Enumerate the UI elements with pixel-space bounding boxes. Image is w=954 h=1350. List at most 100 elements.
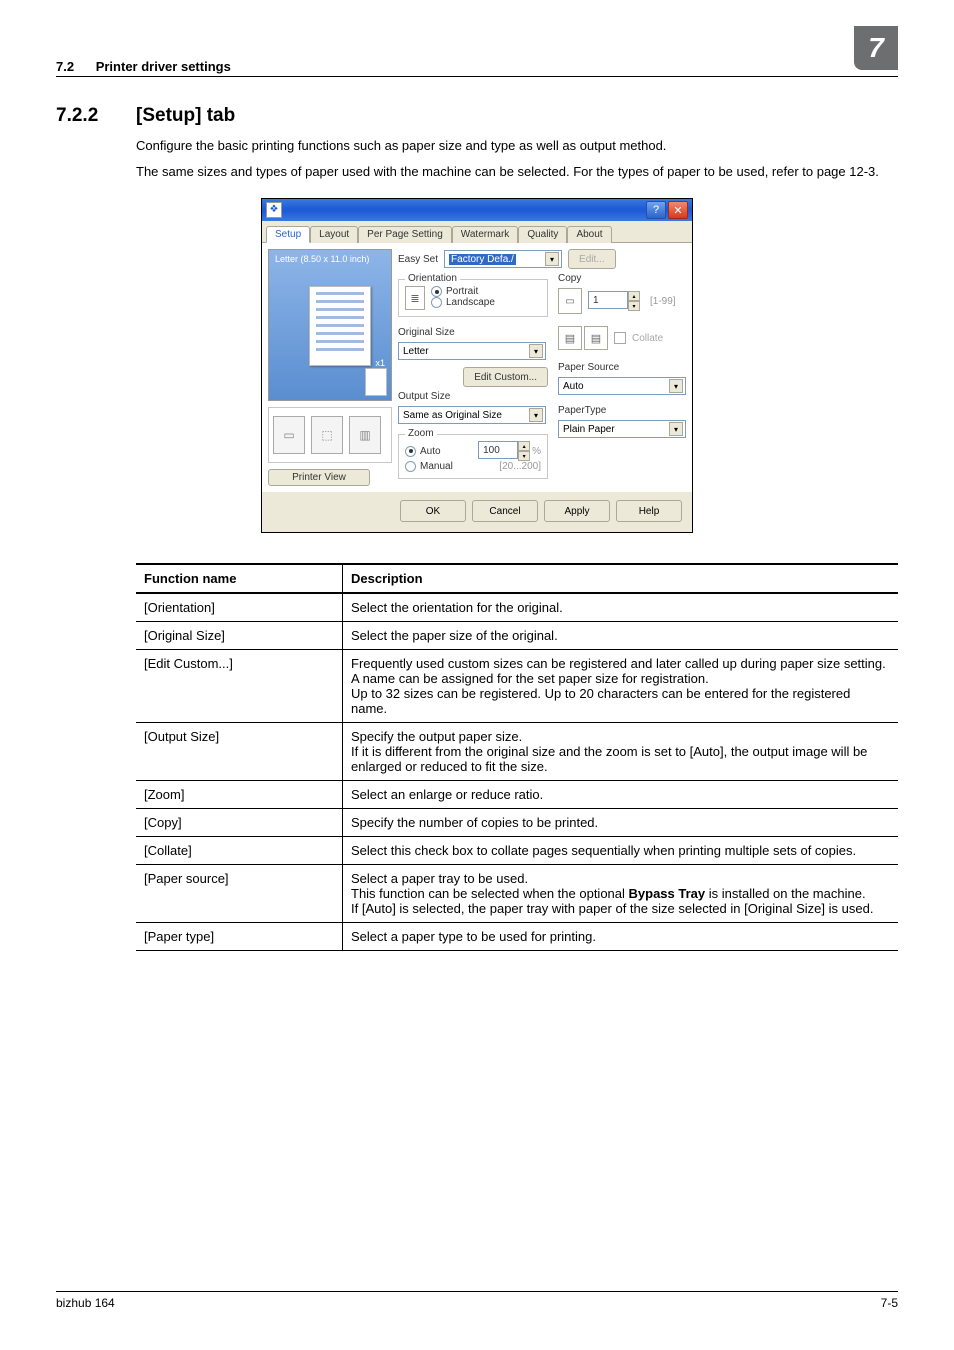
radio-landscape[interactable] (431, 297, 442, 308)
copy-label: Copy (558, 273, 686, 284)
table-cell-description: Select an enlarge or reduce ratio. (343, 781, 899, 809)
table-cell-function: [Paper source] (136, 865, 343, 923)
table-row: [Original Size]Select the paper size of … (136, 622, 898, 650)
intro-paragraph-1: Configure the basic printing functions s… (136, 137, 898, 155)
feature-icon-1[interactable]: ▭ (273, 416, 305, 454)
collate-checkbox[interactable] (614, 332, 626, 344)
radio-portrait[interactable] (431, 286, 442, 297)
table-cell-function: [Zoom] (136, 781, 343, 809)
table-row: [Paper source]Select a paper tray to be … (136, 865, 898, 923)
zoom-group-label: Zoom (405, 428, 437, 439)
dialog-titlebar: ❖ ? ✕ (262, 199, 692, 221)
chevron-down-icon: ▾ (669, 379, 683, 393)
table-cell-function: [Orientation] (136, 593, 343, 622)
radio-zoom-manual[interactable] (405, 461, 416, 472)
feature-icon-2[interactable]: ⬚ (311, 416, 343, 454)
tab-strip: Setup Layout Per Page Setting Watermark … (262, 221, 692, 243)
table-cell-description: Frequently used custom sizes can be regi… (343, 650, 899, 723)
table-row: [Paper type]Select a paper type to be us… (136, 923, 898, 951)
paper-type-combo[interactable]: Plain Paper ▾ (558, 420, 686, 438)
header-section-title: Printer driver settings (96, 59, 231, 74)
table-head-function: Function name (136, 564, 343, 593)
table-row: [Edit Custom...]Frequently used custom s… (136, 650, 898, 723)
easy-set-selected: Factory Defa./ (449, 254, 516, 265)
intro-paragraph-2: The same sizes and types of paper used w… (136, 163, 898, 181)
zoom-range-label: [20...200] (499, 461, 541, 472)
orientation-group-label: Orientation (405, 273, 460, 284)
table-cell-description: Select a paper type to be used for print… (343, 923, 899, 951)
app-icon: ❖ (266, 202, 282, 218)
preview-size-label: Letter (8.50 x 11.0 inch) (275, 254, 369, 264)
preview-paper-icon (309, 286, 371, 366)
table-cell-function: [Paper type] (136, 923, 343, 951)
tab-per-page-setting[interactable]: Per Page Setting (358, 226, 452, 243)
page-preview: Letter (8.50 x 11.0 inch) x1 (268, 249, 392, 401)
table-cell-description: Select a paper tray to be used.This func… (343, 865, 899, 923)
feature-icon-3[interactable]: ▥ (349, 416, 381, 454)
heading-number: 7.2.2 (56, 105, 136, 127)
tab-layout[interactable]: Layout (310, 226, 358, 243)
tab-setup[interactable]: Setup (266, 226, 310, 243)
zoom-group: Zoom Auto 100 ▴▾ % (398, 434, 548, 479)
preview-multiplier: x1 (375, 358, 385, 368)
feature-icons-row: ▭ ⬚ ▥ (268, 407, 392, 463)
table-row: [Zoom]Select an enlarge or reduce ratio. (136, 781, 898, 809)
table-row: [Collate]Select this check box to collat… (136, 837, 898, 865)
paper-source-combo[interactable]: Auto ▾ (558, 377, 686, 395)
chevron-down-icon: ▾ (669, 422, 683, 436)
original-size-combo[interactable]: Letter ▾ (398, 342, 546, 360)
tab-about[interactable]: About (567, 226, 611, 243)
help-button[interactable]: Help (616, 500, 682, 522)
table-cell-description: Specify the number of copies to be print… (343, 809, 899, 837)
radio-zoom-manual-label: Manual (420, 461, 453, 472)
copy-spinner[interactable]: ▴▾ (628, 291, 640, 311)
titlebar-close-button[interactable]: ✕ (668, 201, 688, 219)
table-row: [Output Size]Specify the output paper si… (136, 723, 898, 781)
original-size-label: Original Size (398, 327, 548, 338)
titlebar-help-button[interactable]: ? (646, 201, 666, 219)
radio-portrait-label: Portrait (446, 286, 478, 297)
table-row: [Orientation]Select the orientation for … (136, 593, 898, 622)
preview-mini-thumb-icon (365, 368, 387, 396)
table-cell-function: [Copy] (136, 809, 343, 837)
easy-set-edit-button[interactable]: Edit... (568, 249, 616, 269)
table-cell-description: Select the orientation for the original. (343, 593, 899, 622)
footer-right: 7-5 (881, 1296, 898, 1310)
original-size-value: Letter (403, 346, 429, 357)
tab-quality[interactable]: Quality (518, 226, 567, 243)
chapter-badge: 7 (854, 26, 898, 70)
tab-watermark[interactable]: Watermark (452, 226, 519, 243)
header-section-number: 7.2 (56, 59, 74, 74)
easy-set-label: Easy Set (398, 254, 438, 265)
edit-custom-button[interactable]: Edit Custom... (463, 367, 548, 387)
copy-value-input[interactable]: 1 (588, 291, 628, 309)
table-row: [Copy]Specify the number of copies to be… (136, 809, 898, 837)
table-cell-function: [Original Size] (136, 622, 343, 650)
footer-left: bizhub 164 (56, 1296, 115, 1310)
output-size-combo[interactable]: Same as Original Size ▾ (398, 406, 546, 424)
radio-zoom-auto[interactable] (405, 446, 416, 457)
chevron-down-icon: ▾ (529, 408, 543, 422)
printer-view-button[interactable]: Printer View (268, 469, 370, 486)
ok-button[interactable]: OK (400, 500, 466, 522)
chevron-down-icon: ▾ (529, 344, 543, 358)
table-head-description: Description (343, 564, 899, 593)
easy-set-combo[interactable]: Factory Defa./ ▾ (444, 250, 562, 268)
cancel-button[interactable]: Cancel (472, 500, 538, 522)
orientation-preview-icon: ≣ (405, 286, 425, 310)
table-cell-description: Specify the output paper size.If it is d… (343, 723, 899, 781)
zoom-value-input[interactable]: 100 (478, 441, 518, 459)
chevron-down-icon: ▾ (545, 252, 559, 266)
orientation-group: Orientation ≣ Portrait (398, 279, 548, 317)
paper-type-label: PaperType (558, 405, 686, 416)
paper-type-value: Plain Paper (563, 424, 615, 435)
zoom-spinner[interactable]: ▴▾ (518, 441, 530, 461)
collate-icon-2: ▤ (584, 326, 608, 350)
table-cell-function: [Output Size] (136, 723, 343, 781)
apply-button[interactable]: Apply (544, 500, 610, 522)
table-cell-function: [Edit Custom...] (136, 650, 343, 723)
copy-range-label: [1-99] (650, 296, 676, 307)
table-cell-description: Select this check box to collate pages s… (343, 837, 899, 865)
output-size-value: Same as Original Size (403, 410, 502, 421)
print-properties-dialog: ❖ ? ✕ Setup Layout Per Page Setting Wate… (261, 198, 693, 533)
